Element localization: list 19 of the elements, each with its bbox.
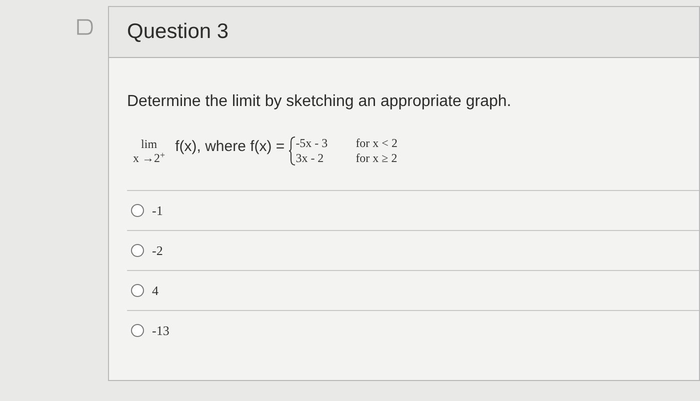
case-condition: for x < 2 — [356, 136, 398, 151]
limit-subscript: x →2$^{+}$ — [133, 151, 166, 165]
option-label: -1 — [152, 202, 163, 220]
case-expression: -5x - 3 — [296, 136, 328, 151]
option-label: -2 — [152, 242, 163, 260]
flag-icon[interactable] — [76, 18, 94, 36]
radio-button[interactable] — [131, 284, 144, 297]
question-title: Question 3 — [127, 19, 229, 46]
question-prompt: Determine the limit by sketching an appropriate graph. — [127, 92, 512, 112]
curly-brace-icon — [288, 136, 296, 166]
function-expression: f(x), where f(x) = — [175, 136, 285, 157]
lim-operator: lim — [141, 137, 158, 151]
case-expression: 3x - 2 — [296, 151, 325, 166]
radio-button[interactable] — [131, 244, 144, 257]
radio-button[interactable] — [131, 324, 144, 337]
option-label: -13 — [152, 322, 170, 340]
radio-button[interactable] — [131, 204, 144, 217]
case-condition: for x ≥ 2 — [356, 151, 398, 166]
option-label: 4 — [152, 282, 158, 300]
